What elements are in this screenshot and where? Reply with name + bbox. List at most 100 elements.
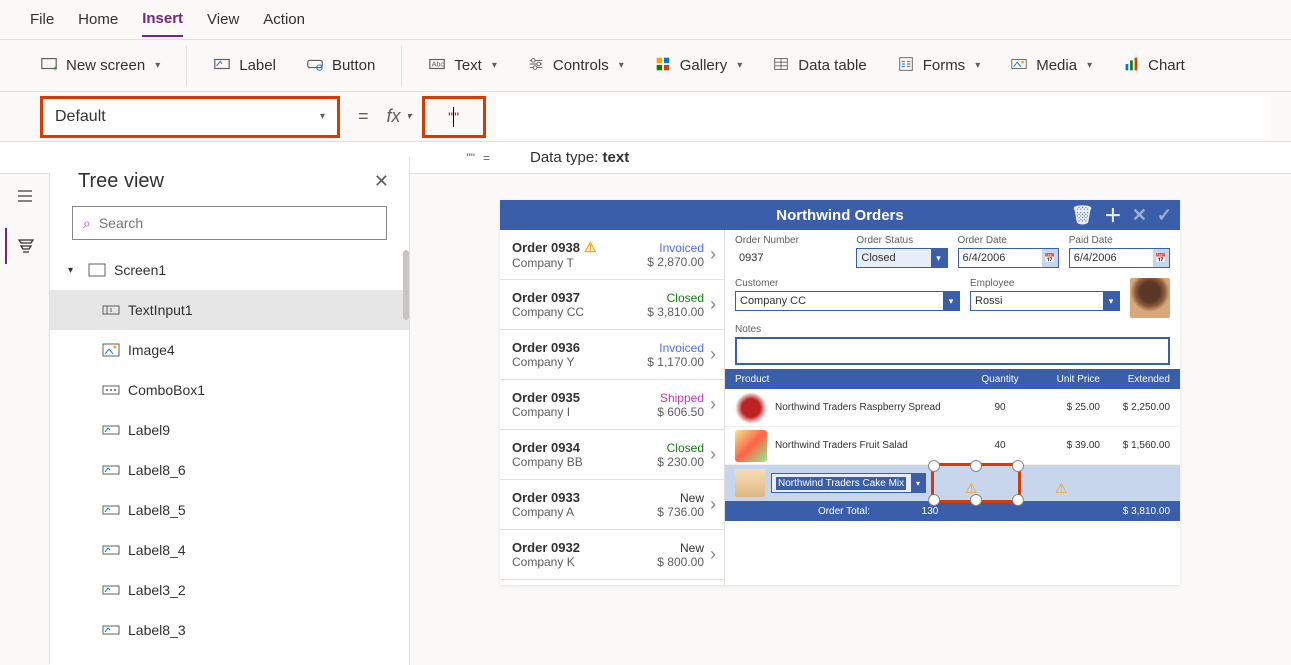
paid-date-input[interactable]: 6/4/2006📅 xyxy=(1069,248,1170,268)
tree-screen-root[interactable]: ▾ Screen1 xyxy=(50,250,409,290)
label-button[interactable]: Label xyxy=(203,49,286,83)
order-item[interactable]: Order 0933Company ANew$ 736.00› xyxy=(500,480,724,530)
formula-input[interactable]: "" xyxy=(422,96,486,138)
new-screen-button[interactable]: + New screen▾ xyxy=(30,49,170,83)
order-total-value: $ 3,810.00 xyxy=(1100,506,1170,517)
calendar-icon: 📅 xyxy=(1042,249,1058,267)
chevron-down-icon: ▾ xyxy=(492,60,497,71)
formula-input-extended[interactable] xyxy=(496,96,1271,138)
order-item[interactable]: Order 0934Company BBClosed$ 230.00› xyxy=(500,430,724,480)
equals-sign: = xyxy=(483,151,490,165)
formula-bar: Default ▾ = fx▾ "" xyxy=(0,92,1291,142)
button-icon xyxy=(306,55,324,77)
search-icon: ⌕ xyxy=(83,215,91,232)
new-screen-label: New screen xyxy=(66,57,145,74)
scrollbar-thumb[interactable] xyxy=(403,250,409,320)
delete-icon[interactable]: 🗑 xyxy=(1071,205,1094,226)
property-selector[interactable]: Default ▾ xyxy=(40,96,340,138)
customer-label: Customer xyxy=(735,278,960,289)
col-unit: Unit Price xyxy=(1030,374,1100,385)
media-button[interactable]: Media▾ xyxy=(1000,49,1102,83)
controls-button[interactable]: Controls▾ xyxy=(517,49,634,83)
control-icon xyxy=(102,623,120,637)
data-table-label: Data table xyxy=(798,57,866,74)
search-input[interactable] xyxy=(99,215,376,231)
menu-insert[interactable]: Insert xyxy=(142,2,183,37)
line-item[interactable]: Northwind Traders Fruit Salad40$ 39.00$ … xyxy=(725,427,1180,465)
notes-input[interactable] xyxy=(735,337,1170,365)
data-table-button[interactable]: Data table xyxy=(762,49,876,83)
menu-home[interactable]: Home xyxy=(78,3,118,36)
save-icon[interactable]: ✓ xyxy=(1157,205,1172,226)
line-item[interactable]: Northwind Traders Raspberry Spread90$ 25… xyxy=(725,389,1180,427)
chevron-right-icon: › xyxy=(710,344,716,365)
chevron-right-icon: › xyxy=(710,444,716,465)
text-button[interactable]: Abc Text ▾ xyxy=(418,49,507,83)
chevron-down-icon: ▾ xyxy=(737,60,742,71)
order-item[interactable]: Order 0932Company KNew$ 800.00› xyxy=(500,530,724,580)
button-button[interactable]: Button xyxy=(296,49,385,83)
order-item[interactable]: Order 0938⚠Company TInvoiced$ 2,870.00› xyxy=(500,230,724,280)
tree-item-label: Label8_5 xyxy=(128,502,186,518)
ribbon: + New screen▾ Label Button Abc Text ▾ Con… xyxy=(0,40,1291,92)
tree-view-icon[interactable] xyxy=(5,228,45,264)
tree-search[interactable]: ⌕ xyxy=(72,206,387,240)
app-title: Northwind Orders xyxy=(776,207,904,224)
add-icon[interactable]: ＋ xyxy=(1104,202,1122,228)
text-label: Text xyxy=(454,57,482,74)
order-item[interactable]: Order 0937Company CCClosed$ 3,810.00› xyxy=(500,280,724,330)
cancel-icon[interactable]: ✕ xyxy=(1132,205,1147,226)
tree-item[interactable]: TextInput1 xyxy=(50,290,409,330)
forms-button[interactable]: Forms▾ xyxy=(887,49,991,83)
order-date-input[interactable]: 6/4/2006📅 xyxy=(958,248,1059,268)
chevron-down-icon: ▾ xyxy=(407,111,412,122)
close-icon[interactable]: ✕ xyxy=(374,171,389,192)
tree-item-label: Label9 xyxy=(128,422,170,438)
order-item[interactable]: Order 0936Company YInvoiced$ 1,170.00› xyxy=(500,330,724,380)
label-label: Label xyxy=(239,57,276,74)
gallery-button[interactable]: Gallery ▾ xyxy=(644,49,753,83)
tree-item[interactable]: ComboBox1 xyxy=(50,370,409,410)
col-qty: Quantity xyxy=(970,374,1030,385)
order-total-label: Order Total: xyxy=(735,506,870,517)
product-image xyxy=(735,392,767,424)
equals-sign: = xyxy=(358,106,369,127)
tree-item-label: Label3_2 xyxy=(128,582,186,598)
employee-select[interactable]: Rossi▾ xyxy=(970,291,1120,311)
tree-item[interactable]: Label8_3 xyxy=(50,610,409,650)
fx-button[interactable]: fx▾ xyxy=(387,106,412,127)
tree-item[interactable]: Label9 xyxy=(50,410,409,450)
order-number-value: 0937 xyxy=(735,248,846,268)
separator xyxy=(186,46,187,86)
orders-gallery[interactable]: Order 0938⚠Company TInvoiced$ 2,870.00›O… xyxy=(500,230,725,585)
control-icon xyxy=(102,583,120,597)
order-status-select[interactable]: Closed▾ xyxy=(856,248,947,268)
chevron-down-icon: ▾ xyxy=(1087,60,1092,71)
tree-view-title: Tree view xyxy=(78,170,164,193)
tree-item-label: Image4 xyxy=(128,342,175,358)
menu-file[interactable]: File xyxy=(30,3,54,36)
text-icon: Abc xyxy=(428,55,446,77)
tree-item[interactable]: Label3_2 xyxy=(50,570,409,610)
warning-icon: ⚠ xyxy=(584,239,597,256)
menu-view[interactable]: View xyxy=(207,3,239,36)
tree-item[interactable]: Label8_5 xyxy=(50,490,409,530)
menu-action[interactable]: Action xyxy=(263,3,305,36)
caret-down-icon[interactable]: ▾ xyxy=(68,265,80,276)
control-icon xyxy=(102,423,120,437)
order-item[interactable]: Order 0935Company IShipped$ 606.50› xyxy=(500,380,724,430)
tree-item[interactable]: Label8_4 xyxy=(50,530,409,570)
hamburger-icon[interactable] xyxy=(5,178,45,214)
menu-bar: File Home Insert View Action xyxy=(0,0,1291,40)
gallery-label: Gallery xyxy=(680,57,728,74)
tree-item[interactable]: Image4 xyxy=(50,330,409,370)
product-combobox[interactable]: Northwind Traders Cake Mix ▾ xyxy=(771,473,926,493)
chevron-down-icon: ▾ xyxy=(975,60,980,71)
chart-button[interactable]: Chart xyxy=(1112,49,1195,83)
canvas[interactable]: Northwind Orders 🗑 ＋ ✕ ✓ Order 0938⚠Comp… xyxy=(440,190,1270,650)
chevron-down-icon: ▾ xyxy=(911,474,925,492)
control-icon xyxy=(102,543,120,557)
tree-item[interactable]: Label8_6 xyxy=(50,450,409,490)
customer-select[interactable]: Company CC▾ xyxy=(735,291,960,311)
employee-label: Employee xyxy=(970,278,1120,289)
